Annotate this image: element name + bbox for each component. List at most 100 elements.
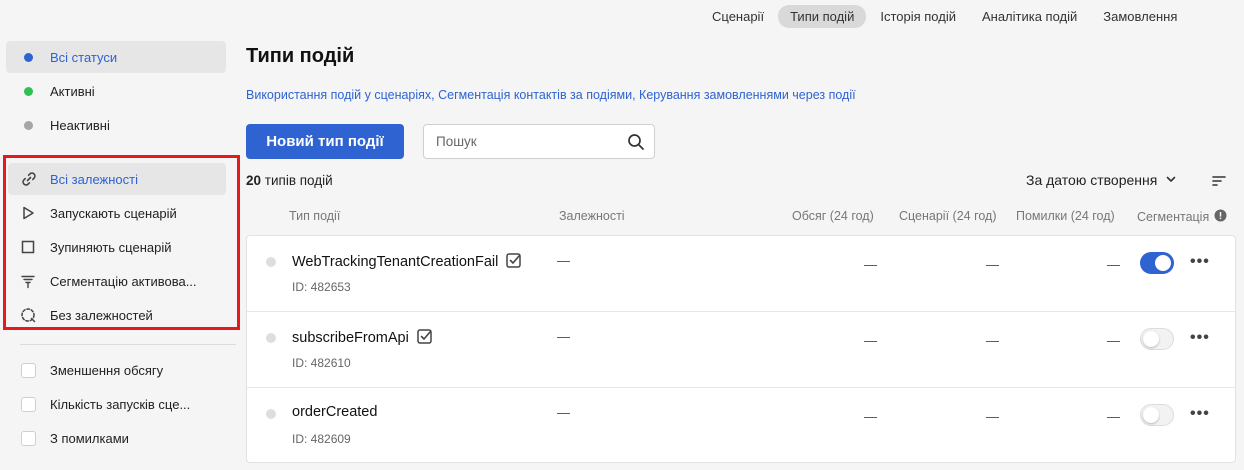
sidebar-item-active[interactable]: Активні <box>6 75 226 107</box>
search-input[interactable] <box>424 125 618 158</box>
column-header-volume[interactable]: Обсяг (24 год) <box>792 209 874 223</box>
sidebar: Всі статуси Активні Неактивні Всі залежн… <box>0 0 240 470</box>
dependencies-cell: — <box>557 329 570 344</box>
sidebar-item-stop-scenario[interactable]: Зупиняють сценарій <box>6 231 226 263</box>
event-id: ID: 482610 <box>292 356 351 370</box>
page-title: Типи подій <box>246 45 355 67</box>
link-order-management[interactable]: Керування замовленнями через події <box>639 88 856 102</box>
sidebar-item-all-statuses[interactable]: Всі статуси <box>6 41 226 73</box>
filter-label: Кількість запусків сце... <box>50 396 191 412</box>
link-icon <box>8 170 50 188</box>
filter-label: З помилками <box>50 430 129 446</box>
table-row[interactable]: orderCreated ID: 482609 — — — — ••• <box>247 388 1235 464</box>
volume-cell: — <box>864 409 877 424</box>
column-header-scenarios[interactable]: Сценарії (24 год) <box>899 209 997 223</box>
help-links: Використання подій у сценаріях, Сегмента… <box>246 88 856 102</box>
verified-checkbox-icon <box>506 252 522 272</box>
sidebar-item-label: Неактивні <box>50 117 110 133</box>
green-dot-icon <box>6 86 50 96</box>
chevron-down-icon <box>1165 172 1177 188</box>
event-name-label: WebTrackingTenantCreationFail <box>292 254 499 270</box>
sidebar-divider <box>20 344 236 345</box>
link-separator: , <box>632 88 640 102</box>
column-header-segmentation[interactable]: Сегментація <box>1137 209 1227 225</box>
checkbox[interactable] <box>6 430 50 446</box>
more-options-icon[interactable]: ••• <box>1190 253 1210 271</box>
segmentation-toggle[interactable] <box>1140 328 1174 350</box>
column-header-event-type[interactable]: Тип події <box>289 209 340 223</box>
search-box <box>423 124 655 159</box>
volume-cell: — <box>864 257 877 272</box>
event-types-table: WebTrackingTenantCreationFail ID: 482653… <box>246 235 1236 463</box>
top-nav: Сценарії Типи подій Історія подій Аналіт… <box>700 5 1189 28</box>
new-event-type-button[interactable]: Новий тип події <box>246 124 404 159</box>
table-row[interactable]: WebTrackingTenantCreationFail ID: 482653… <box>247 236 1235 312</box>
event-name-label: subscribeFromApi <box>292 330 409 346</box>
tab-orders[interactable]: Замовлення <box>1091 5 1189 28</box>
segmentation-toggle[interactable] <box>1140 404 1174 426</box>
count-number: 20 <box>246 173 262 188</box>
filter-scenario-runs[interactable]: Кількість запусків сце... <box>6 388 226 420</box>
sidebar-item-label: Активні <box>50 83 95 99</box>
more-options-icon[interactable]: ••• <box>1190 329 1210 347</box>
more-options-icon[interactable]: ••• <box>1190 405 1210 423</box>
volume-cell: — <box>864 333 877 348</box>
sidebar-item-all-dependencies[interactable]: Всі залежності <box>8 163 226 195</box>
event-id: ID: 482609 <box>292 432 351 446</box>
sort-label: За датою створення <box>1026 172 1158 188</box>
event-name-label: orderCreated <box>292 404 378 420</box>
checkbox[interactable] <box>6 396 50 412</box>
event-type-count: 20 типів подій <box>246 173 333 188</box>
filter-label: Зменшення обсягу <box>50 362 164 378</box>
status-dot <box>266 257 276 267</box>
verified-checkbox-icon <box>417 328 433 348</box>
sidebar-item-inactive[interactable]: Неактивні <box>6 109 226 141</box>
event-id: ID: 482653 <box>292 280 351 294</box>
sort-dropdown[interactable]: За датою створення <box>1026 172 1177 188</box>
info-icon[interactable] <box>1214 209 1227 225</box>
stop-icon <box>6 240 50 254</box>
tab-event-types[interactable]: Типи подій <box>778 5 867 28</box>
column-header-errors[interactable]: Помилки (24 год) <box>1016 209 1115 223</box>
sidebar-item-no-dependencies[interactable]: Без залежностей <box>6 299 226 331</box>
status-dot <box>266 409 276 419</box>
errors-cell: — <box>1107 333 1120 348</box>
count-text: типів подій <box>261 173 333 188</box>
sidebar-item-label: Всі залежності <box>50 171 138 187</box>
errors-cell: — <box>1107 409 1120 424</box>
sidebar-item-segmentation[interactable]: Сегментацію активова... <box>6 265 226 297</box>
tab-event-analytics[interactable]: Аналітика подій <box>970 5 1089 28</box>
dependencies-cell: — <box>557 253 570 268</box>
sort-order-icon[interactable] <box>1211 174 1227 191</box>
filter-volume-decrease[interactable]: Зменшення обсягу <box>6 354 226 386</box>
filter-icon <box>6 273 50 289</box>
search-icon[interactable] <box>618 133 654 151</box>
status-dot <box>266 333 276 343</box>
event-name[interactable]: orderCreated <box>292 404 377 420</box>
sidebar-item-label: Зупиняють сценарій <box>50 239 172 255</box>
gray-dot-icon <box>6 120 50 130</box>
segmentation-toggle[interactable] <box>1140 252 1174 274</box>
sidebar-item-label: Сегментацію активова... <box>50 273 197 289</box>
broken-link-icon <box>6 306 50 324</box>
sidebar-item-label: Без залежностей <box>50 307 153 323</box>
event-name[interactable]: WebTrackingTenantCreationFail <box>292 252 522 272</box>
checkbox[interactable] <box>6 362 50 378</box>
tab-event-history[interactable]: Історія подій <box>868 5 968 28</box>
column-header-label: Сегментація <box>1137 210 1210 224</box>
sidebar-item-label: Запускають сценарій <box>50 205 177 221</box>
dependencies-cell: — <box>557 405 570 420</box>
event-name[interactable]: subscribeFromApi <box>292 328 433 348</box>
blue-dot-icon <box>6 52 50 62</box>
column-header-dependencies[interactable]: Залежності <box>559 209 625 223</box>
link-scenario-usage[interactable]: Використання подій у сценаріях <box>246 88 431 102</box>
play-icon <box>6 206 50 220</box>
scenarios-cell: — <box>986 333 999 348</box>
sidebar-item-label: Всі статуси <box>50 49 118 65</box>
tab-scenarios[interactable]: Сценарії <box>700 5 776 28</box>
link-contact-segmentation[interactable]: Сегментація контактів за подіями <box>438 88 632 102</box>
filter-with-errors[interactable]: З помилками <box>6 422 226 454</box>
table-row[interactable]: subscribeFromApi ID: 482610 — — — — ••• <box>247 312 1235 388</box>
scenarios-cell: — <box>986 257 999 272</box>
sidebar-item-start-scenario[interactable]: Запускають сценарій <box>6 197 226 229</box>
